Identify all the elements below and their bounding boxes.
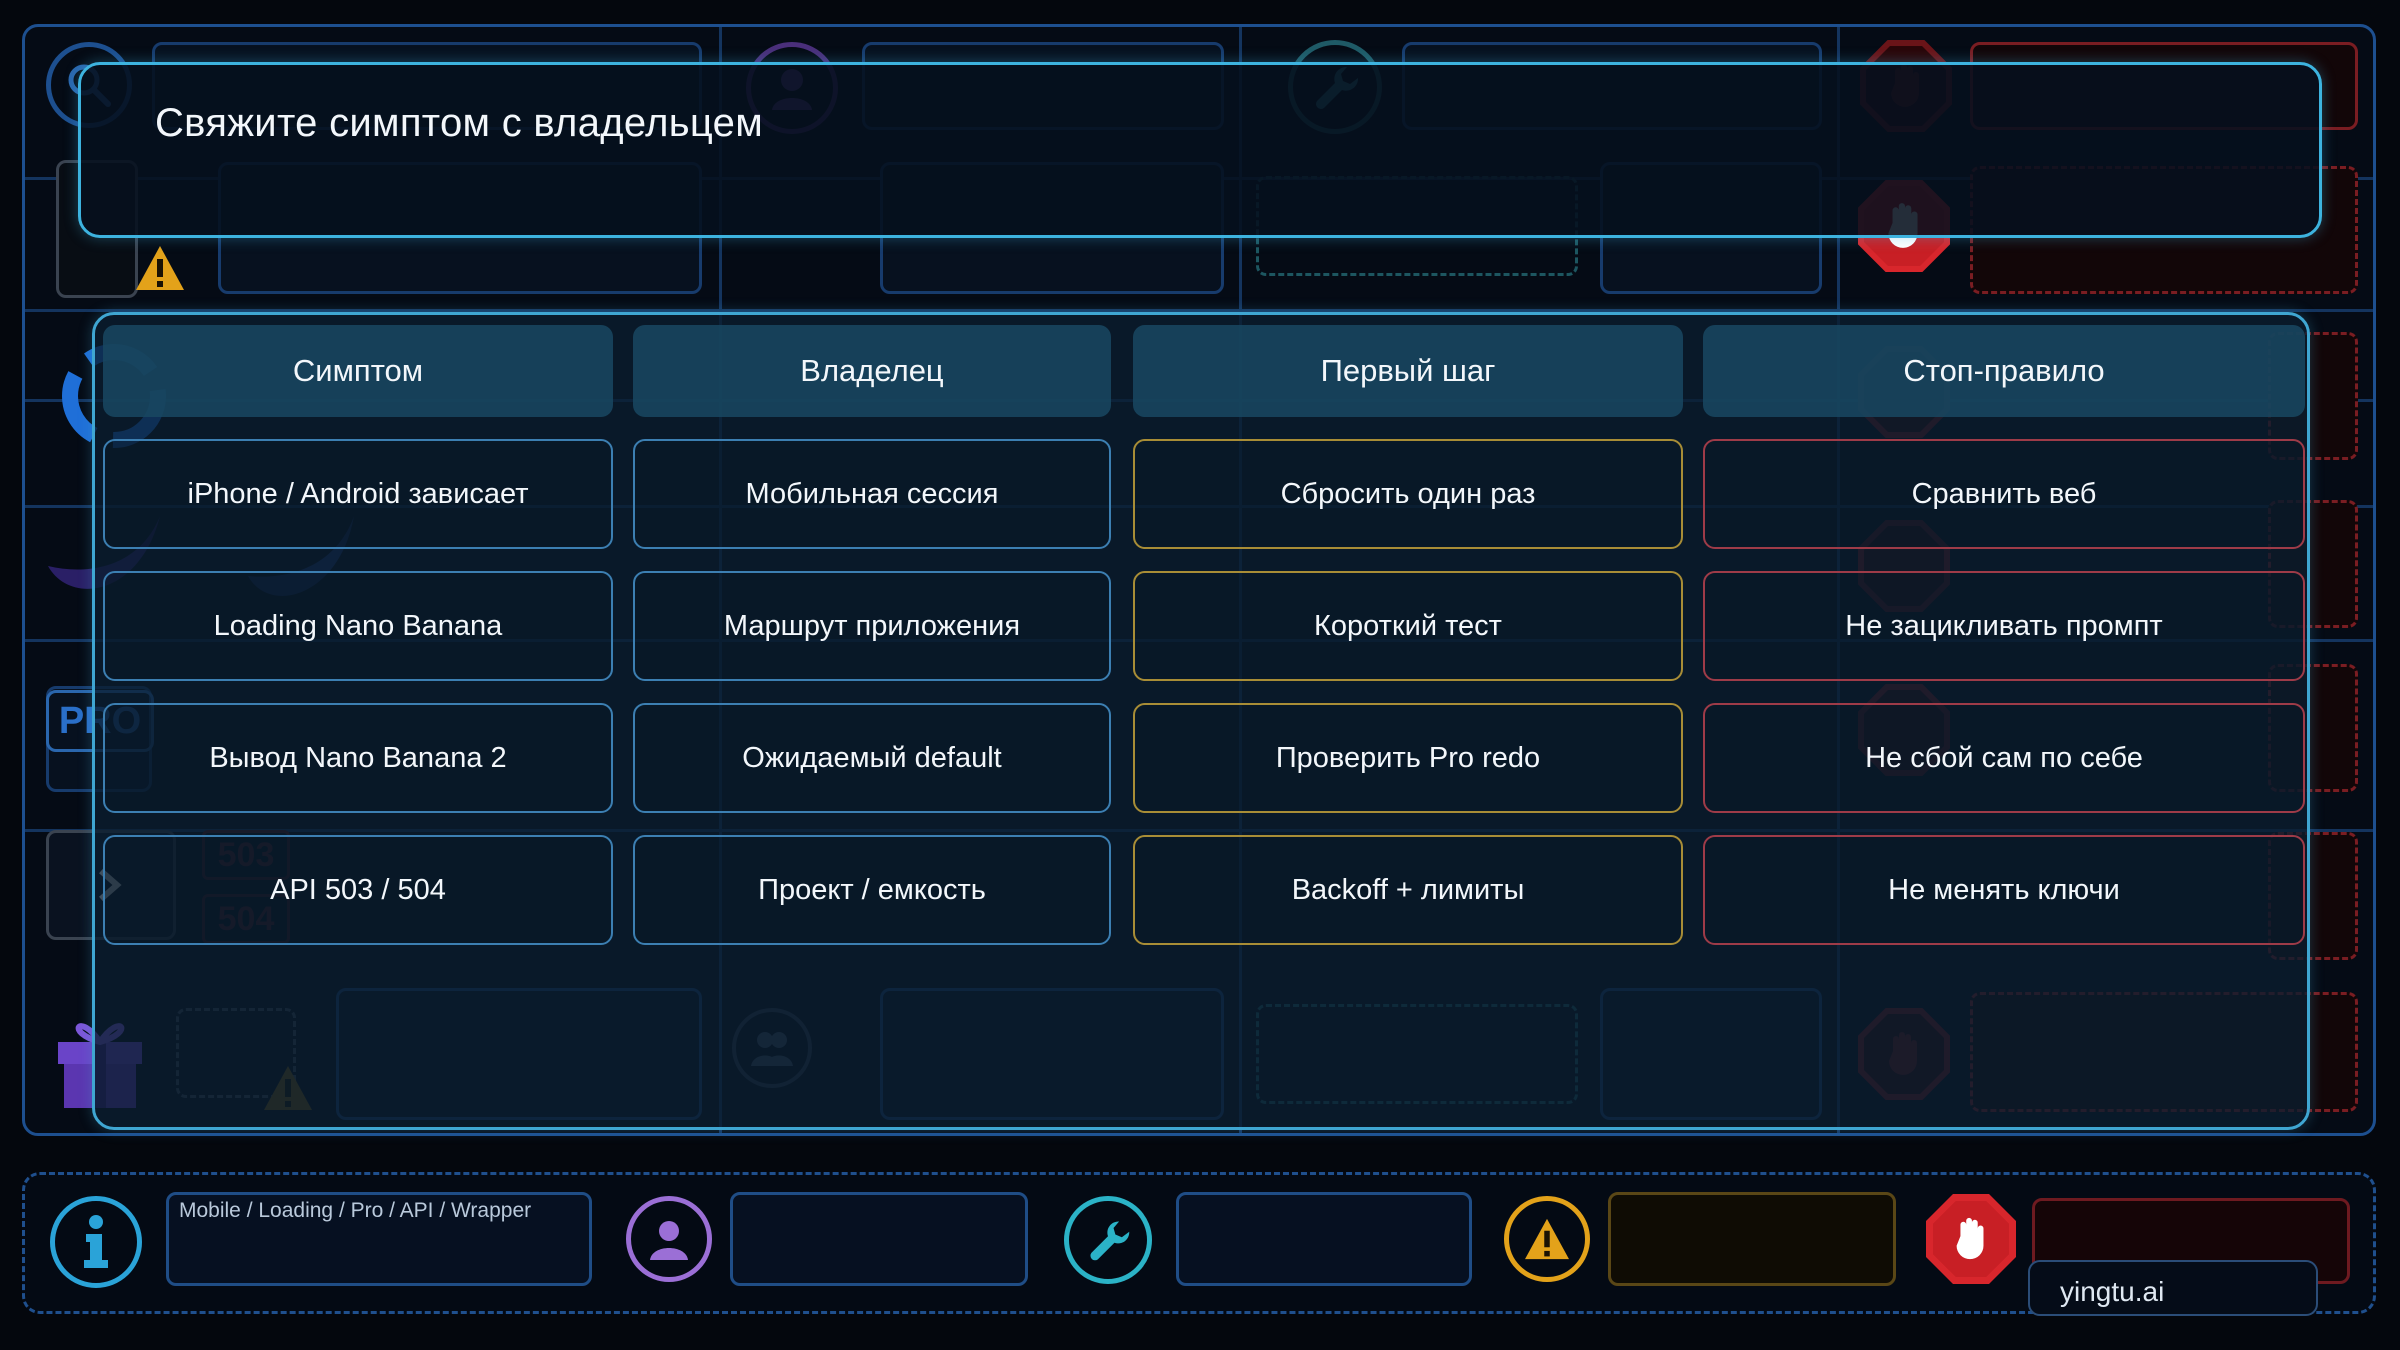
table-cell-symptom: API 503 / 504: [103, 835, 613, 945]
table-cell-owner: Проект / емкость: [633, 835, 1111, 945]
table-cell-stop-rule: Не менять ключи: [1703, 835, 2305, 945]
table-cell-stop-rule: Не зацикливать промпт: [1703, 571, 2305, 681]
table-cell-symptom: iPhone / Android зависает: [103, 439, 613, 549]
table-cell-owner: Ожидаемый default: [633, 703, 1111, 813]
user-icon: [626, 1196, 712, 1282]
title-banner: Свяжите симптом с владельцем: [78, 62, 2322, 238]
table-cell-symptom: Вывод Nano Banana 2: [103, 703, 613, 813]
column-header-symptom: Симптом: [103, 325, 613, 417]
column-header-first-step: Первый шаг: [1133, 325, 1683, 417]
table-cell-symptom: Loading Nano Banana: [103, 571, 613, 681]
wrench-icon: [1064, 1196, 1152, 1284]
stop-hand-icon: [1926, 1194, 2016, 1284]
column-header-stop-rule: Стоп-правило: [1703, 325, 2305, 417]
info-icon: [50, 1196, 142, 1288]
brand-text: yingtu.ai: [2060, 1276, 2165, 1307]
footer-slot-first-step: [1176, 1192, 1472, 1286]
brand-watermark: yingtu.ai: [2028, 1260, 2318, 1316]
breadcrumb: Mobile / Loading / Pro / API / Wrapper: [166, 1192, 592, 1286]
warning-icon: [134, 244, 186, 292]
table-cell-stop-rule: Не сбой сам по себе: [1703, 703, 2305, 813]
column-header-owner: Владелец: [633, 325, 1111, 417]
table-cell-first-step: Проверить Pro redo: [1133, 703, 1683, 813]
table-cell-owner: Мобильная сессия: [633, 439, 1111, 549]
slide: PRO 503 504 Свяжите симптом с владельцем…: [0, 0, 2400, 1350]
page-title: Свяжите симптом с владельцем: [155, 101, 763, 145]
mapping-table: Симптом Владелец Первый шаг Стоп-правило…: [92, 312, 2310, 1130]
table-cell-first-step: Короткий тест: [1133, 571, 1683, 681]
warning-icon: [1504, 1196, 1590, 1282]
table-cell-owner: Маршрут приложения: [633, 571, 1111, 681]
table-cell-stop-rule: Сравнить веб: [1703, 439, 2305, 549]
footer-slot-warning: [1608, 1192, 1896, 1286]
footer-slot-owner: [730, 1192, 1028, 1286]
table-cell-first-step: Сбросить один раз: [1133, 439, 1683, 549]
table-cell-first-step: Backoff + лимиты: [1133, 835, 1683, 945]
